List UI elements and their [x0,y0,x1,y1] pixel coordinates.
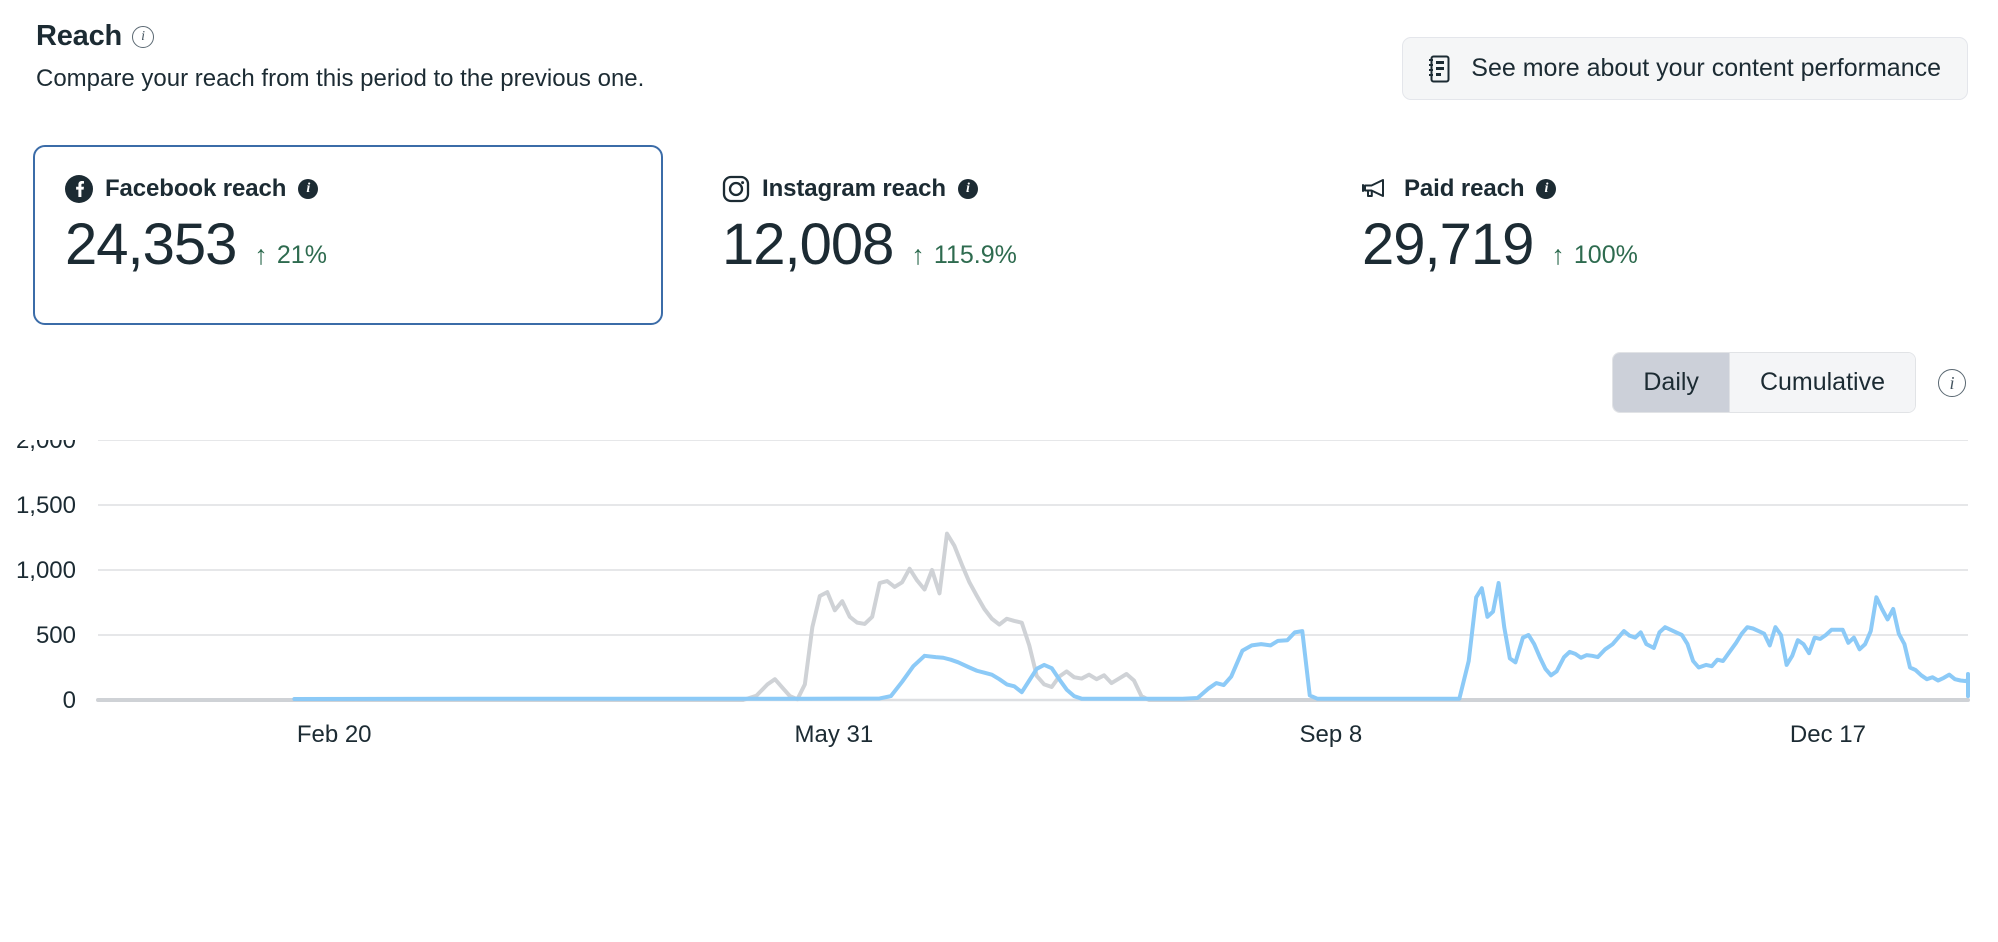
card-header: Paid reach i [1362,175,1858,203]
chart-line-current [292,581,1970,701]
toggle-cumulative[interactable]: Cumulative [1729,353,1915,412]
card-label: Paid reach [1404,175,1525,202]
y-axis-tick-label: 2,000 [16,440,76,454]
y-axis-tick-label: 500 [36,622,76,649]
y-axis-tick-label: 1,000 [16,557,76,584]
arrow-up-icon: ↑ [911,240,925,270]
x-axis-tick-label: Sep 8 [1300,721,1363,748]
y-axis-tick-label: 0 [63,687,76,714]
info-icon[interactable]: i [132,25,155,48]
reach-line-chart: 0 500 1,000 1,500 2,000 Feb 20 May 31 Sep 8 Dec… [16,440,1970,748]
card-value: 29,719 [1362,212,1534,277]
metric-card-facebook-reach[interactable]: Facebook reach i 24,353 ↑ 21% [33,145,663,325]
info-icon[interactable]: i [1536,179,1557,199]
arrow-up-icon: ↑ [1551,240,1565,270]
megaphone-icon [1362,179,1384,197]
metric-card-paid-reach[interactable]: Paid reach i 29,719 ↑ 100% [1330,145,1890,325]
page-title: Reach [36,20,123,52]
card-label: Instagram reach [762,175,946,202]
metric-cards: Facebook reach i 24,353 ↑ 21% Instagram … [0,145,1998,325]
card-delta: ↑ 115.9% [911,241,1016,270]
card-value: 24,353 [65,212,237,277]
x-axis-tick-label: May 31 [794,721,873,748]
card-value-row: 12,008 ↑ 115.9% [722,212,1218,277]
x-axis-tick-label: Feb 20 [297,721,372,748]
card-delta-value: 21% [276,241,327,269]
card-delta-value: 100% [1573,241,1638,269]
chart-y-axis-labels: 0 500 1,000 1,500 2,000 [16,440,76,714]
toggle-daily[interactable]: Daily [1613,353,1729,412]
chart-series [96,531,1970,702]
card-value: 12,008 [722,212,894,277]
card-delta: ↑ 21% [254,241,327,270]
arrow-up-icon: ↑ [254,240,268,270]
reach-chart: 0 500 1,000 1,500 2,000 Feb 20 May 31 Sep 8 Dec… [0,440,1998,940]
info-icon[interactable]: i [1938,368,1966,397]
facebook-icon [65,175,93,203]
card-value-row: 29,719 ↑ 100% [1362,212,1858,277]
content-report-icon [1429,55,1450,82]
info-icon[interactable]: i [298,179,319,199]
card-header: Instagram reach i [722,175,1218,203]
metric-card-instagram-reach[interactable]: Instagram reach i 12,008 ↑ 115.9% [690,145,1250,325]
card-delta-value: 115.9% [933,241,1017,269]
x-axis-tick-label: Dec 17 [1790,721,1866,748]
card-delta: ↑ 100% [1551,241,1637,270]
card-value-row: 24,353 ↑ 21% [65,212,631,277]
info-icon[interactable]: i [957,179,978,199]
chart-view-toggle: Daily Cumulative i [1612,352,1966,413]
card-header: Facebook reach i [65,175,631,203]
see-more-content-performance-button[interactable]: See more about your content performance [1402,37,1968,100]
segmented-control: Daily Cumulative [1612,352,1916,413]
instagram-icon [722,175,750,203]
cta-label: See more about your content performance [1471,54,1941,82]
card-label: Facebook reach [105,175,287,202]
y-axis-tick-label: 1,500 [16,492,76,519]
chart-x-axis-labels: Feb 20 May 31 Sep 8 Dec 17 [297,721,1866,748]
